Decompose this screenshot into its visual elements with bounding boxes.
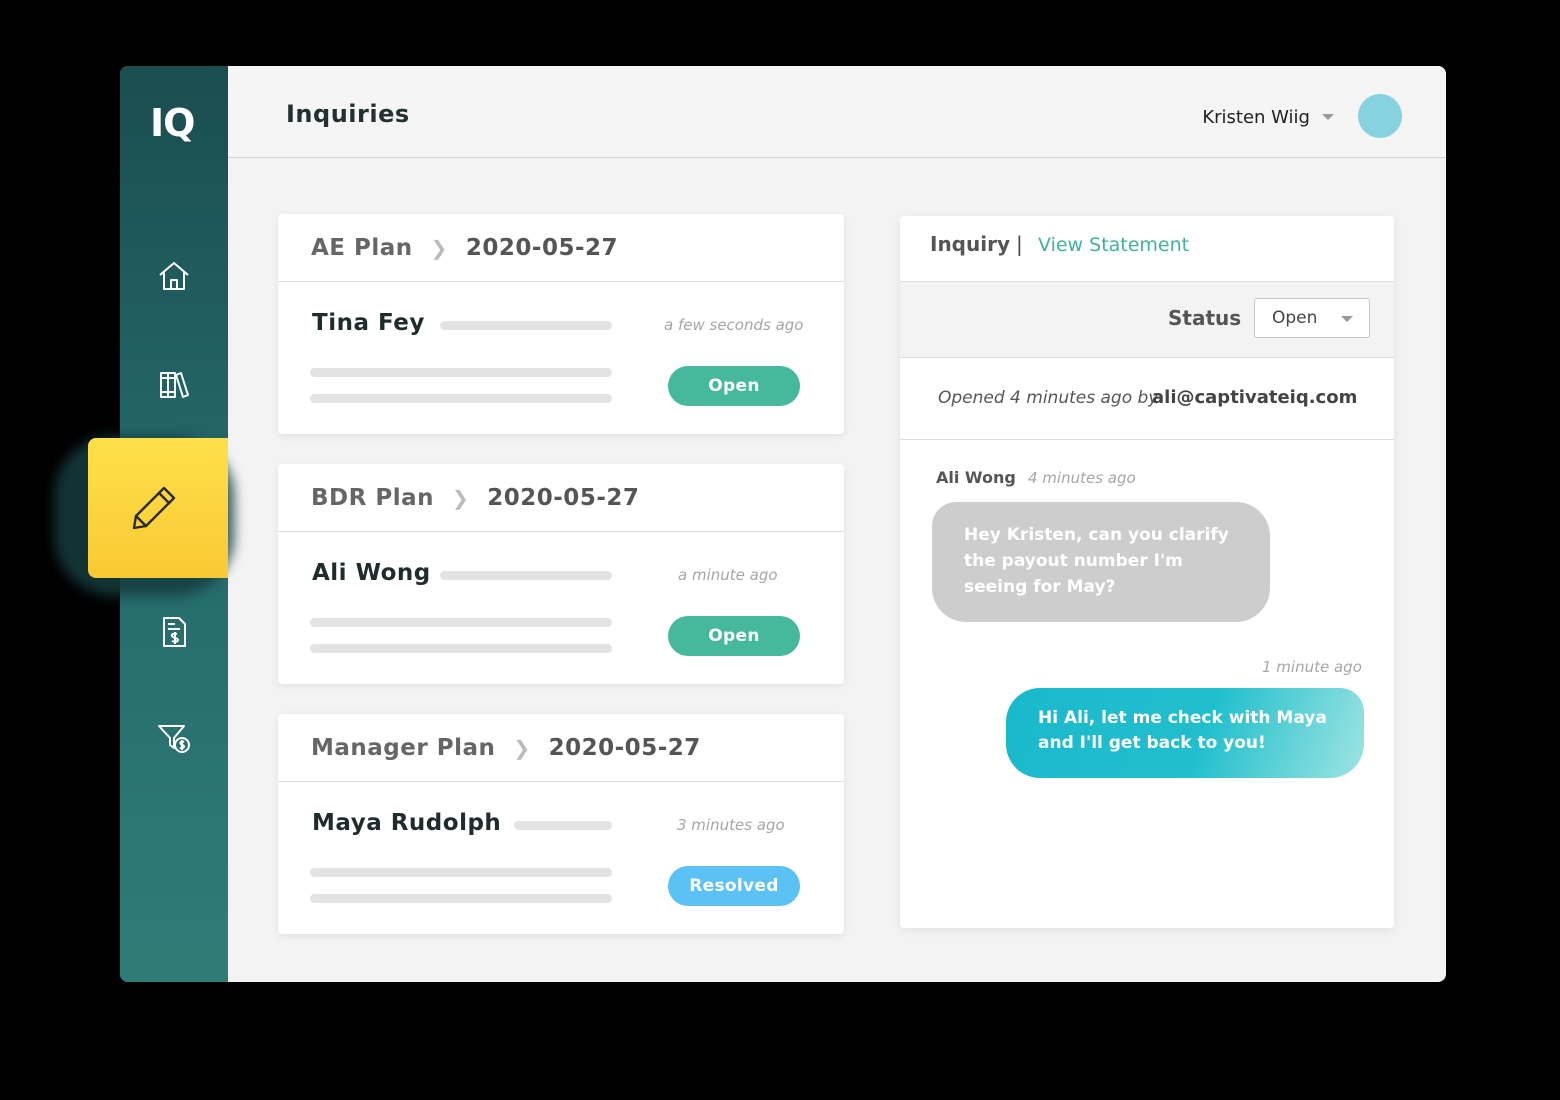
sidebar-item-home[interactable] bbox=[154, 256, 194, 296]
plan-name: AE Plan bbox=[311, 234, 413, 261]
inquiry-card[interactable]: Manager Plan ❯ 2020-05-27 Maya Rudolph 3… bbox=[278, 714, 844, 934]
plan-name: Manager Plan bbox=[311, 734, 496, 761]
sidebar-item-filter[interactable] bbox=[154, 718, 194, 758]
inquiry-card[interactable]: BDR Plan ❯ 2020-05-27 Ali Wong a minute … bbox=[278, 464, 844, 684]
timestamp: a minute ago bbox=[678, 566, 778, 584]
status-badge[interactable]: Open bbox=[668, 616, 800, 656]
timestamp: 3 minutes ago bbox=[677, 816, 785, 834]
plan-date: 2020-05-27 bbox=[487, 484, 640, 511]
plan-date: 2020-05-27 bbox=[465, 234, 619, 261]
placeholder-line bbox=[310, 618, 612, 627]
sidebar-item-inquiries[interactable] bbox=[88, 438, 228, 578]
message-author: Ali Wong bbox=[936, 468, 1016, 487]
sidebar-item-library[interactable] bbox=[154, 364, 194, 404]
inquirer-name: Tina Fey bbox=[312, 310, 425, 336]
inquirer-name: Ali Wong bbox=[312, 560, 431, 586]
placeholder-line bbox=[310, 394, 612, 403]
status-badge[interactable]: Resolved bbox=[668, 866, 800, 906]
tab-separator: | bbox=[1016, 232, 1023, 256]
user-menu[interactable]: Kristen Wiig bbox=[1202, 107, 1310, 128]
logo: IQ bbox=[150, 101, 195, 145]
inquiry-card[interactable]: AE Plan ❯ 2020-05-27 Tina Fey a few seco… bbox=[278, 214, 844, 434]
placeholder-line bbox=[310, 368, 612, 377]
message-timestamp: 1 minute ago bbox=[1262, 658, 1362, 676]
filter-dollar-icon bbox=[158, 725, 190, 753]
home-icon bbox=[159, 262, 189, 290]
placeholder-line bbox=[310, 868, 612, 877]
status-badge[interactable]: Open bbox=[668, 366, 800, 406]
avatar[interactable] bbox=[1358, 94, 1402, 138]
inquirer-name: Maya Rudolph bbox=[312, 810, 502, 836]
dollar-document-icon bbox=[163, 617, 186, 647]
chevron-right-icon: ❯ bbox=[513, 735, 531, 760]
plan-date: 2020-05-27 bbox=[548, 734, 701, 761]
tab-inquiry[interactable]: Inquiry bbox=[930, 232, 1010, 256]
status-dropdown[interactable]: Open bbox=[1254, 298, 1370, 338]
placeholder-line bbox=[440, 321, 612, 330]
status-row: Status Open bbox=[900, 282, 1394, 358]
opened-info: Opened 4 minutes ago by ali@captivateiq.… bbox=[900, 358, 1394, 440]
incoming-message: Hey Kristen, can you clarify the payout … bbox=[932, 502, 1270, 622]
placeholder-line bbox=[440, 571, 612, 580]
chevron-right-icon: ❯ bbox=[430, 235, 448, 260]
status-dropdown-value: Open bbox=[1272, 308, 1318, 328]
books-icon bbox=[160, 372, 189, 398]
card-header: Manager Plan ❯ 2020-05-27 bbox=[278, 714, 844, 782]
card-header: BDR Plan ❯ 2020-05-27 bbox=[278, 464, 844, 532]
page-title: Inquiries bbox=[286, 100, 410, 128]
placeholder-line bbox=[310, 644, 612, 653]
pencil-icon bbox=[132, 486, 176, 530]
app-window: IQ Inquiries Kristen Wiig AE Plan ❯ 2020… bbox=[120, 66, 1446, 982]
tab-view-statement[interactable]: View Statement bbox=[1038, 234, 1189, 256]
outgoing-message: Hi Ali, let me check with Maya and I'll … bbox=[1006, 688, 1364, 778]
chevron-down-icon bbox=[1341, 316, 1353, 322]
opened-text: Opened 4 minutes ago by bbox=[938, 388, 1159, 408]
chevron-right-icon: ❯ bbox=[451, 485, 470, 510]
placeholder-line bbox=[310, 894, 612, 903]
chevron-down-icon[interactable] bbox=[1322, 114, 1334, 120]
card-header: AE Plan ❯ 2020-05-27 bbox=[278, 214, 844, 282]
sidebar-item-statements[interactable] bbox=[154, 612, 194, 652]
opened-by-email[interactable]: ali@captivateiq.com bbox=[1152, 387, 1357, 408]
status-label: Status bbox=[1168, 306, 1242, 330]
placeholder-line bbox=[514, 821, 612, 830]
panel-tabs: Inquiry | View Statement bbox=[900, 216, 1394, 282]
inquiry-detail-panel: Inquiry | View Statement Status Open Ope… bbox=[900, 216, 1394, 928]
timestamp: a few seconds ago bbox=[664, 316, 804, 334]
header: Inquiries Kristen Wiig bbox=[228, 66, 1446, 158]
message-timestamp: 4 minutes ago bbox=[1028, 469, 1136, 487]
plan-name: BDR Plan bbox=[311, 484, 434, 511]
